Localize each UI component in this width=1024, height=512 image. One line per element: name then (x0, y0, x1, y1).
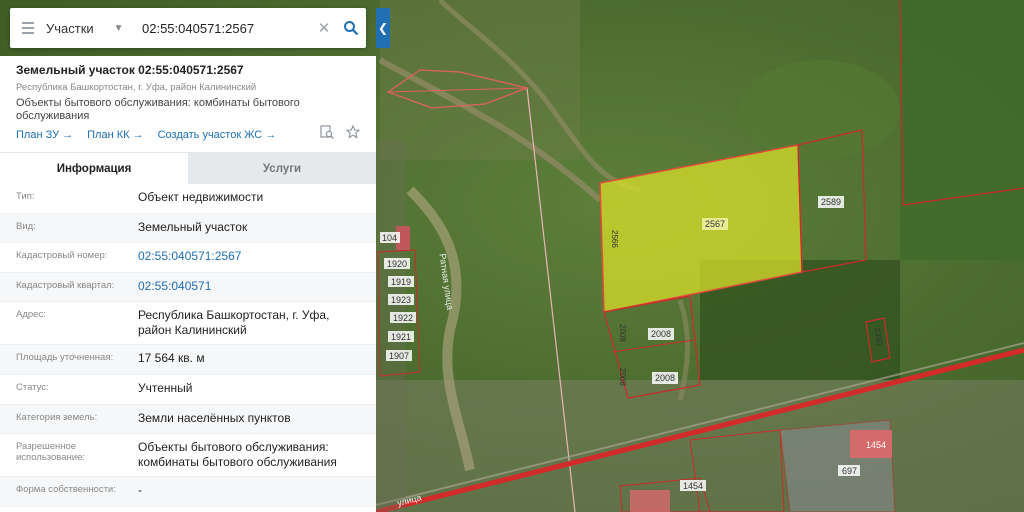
chevron-down-icon: ▼ (113, 22, 124, 34)
object-title: Земельный участок 02:55:040571:2567 (16, 63, 244, 77)
plan-kk-link[interactable]: План КК → (87, 129, 143, 141)
attribute-label: Кадастровый номер: (16, 250, 108, 262)
document-search-icon[interactable] (320, 125, 334, 144)
attribute-value: Учтенный (138, 380, 193, 395)
layer-select[interactable]: Участки ▼ (46, 21, 132, 36)
attribute-row: Площадь уточненная: 17 564 кв. м (0, 345, 376, 375)
attribute-row: Кадастровый квартал: 02:55:040571 (0, 272, 376, 303)
parcel-label-1921: 1921 (391, 332, 411, 342)
create-parcel-link[interactable]: Создать участок ЖС → (158, 129, 277, 141)
attribute-label: Разрешенное использование: (16, 441, 86, 464)
chevron-left-icon[interactable]: ❮ (376, 8, 390, 48)
attribute-row: Адрес: Республика Башкортостан, г. Уфа, р… (0, 302, 376, 346)
parcel-label-1919: 1919 (391, 277, 411, 287)
parcel-label-1907: 1907 (389, 351, 409, 361)
attribute-value[interactable]: 02:55:040571 (138, 273, 360, 302)
attribute-value[interactable]: 02:55:040571:2567 (138, 243, 360, 272)
parcel-label-side: 2566 (610, 230, 619, 248)
plan-zu-link[interactable]: План ЗУ → (16, 129, 73, 141)
parcel-label-2008d: 2008 (618, 368, 627, 386)
parcel-label-2008a: 2008 (651, 329, 671, 339)
parcel-label-1920: 1920 (387, 259, 407, 269)
close-icon[interactable]: ✕ (312, 19, 336, 37)
attribute-label: Площадь уточненная: (16, 352, 114, 364)
layer-select-value: Участки (46, 20, 94, 36)
parcel-label-697: 697 (842, 466, 857, 476)
parcel-label-2008b: 2008 (655, 373, 675, 383)
tab-services[interactable]: Услуги (188, 153, 376, 184)
parcel-label-2008c: 2008 (618, 324, 627, 342)
parcel-label-1454a: 1454 (683, 481, 703, 491)
object-links: План ЗУ → План КК → Создать участок ЖС → (16, 129, 360, 141)
attribute-row: Категория земель: Земли населённых пункто… (0, 404, 376, 435)
attribute-value: Земельный участок (138, 219, 248, 234)
attribute-row: Кадастровый номер: 02:55:040571:2567 (0, 243, 376, 273)
panel-tabs: Информация Услуги (0, 152, 376, 184)
object-purpose: Объекты бытового обслуживания: комбинаты… (16, 97, 300, 122)
attribute-label: Адрес: (16, 309, 46, 321)
attribute-value: Объекты бытового обслуживания: комбинаты… (138, 440, 337, 470)
attribute-label: Категория земель: (16, 411, 98, 423)
parcel-label-104: 104 (382, 233, 397, 243)
search-icon[interactable] (336, 8, 366, 48)
object-region: Республика Башкортостан, г. Уфа, район К… (16, 82, 257, 93)
attribute-row: Вид: Земельный участок (0, 213, 376, 244)
header-actions (320, 124, 361, 144)
menu-icon[interactable] (10, 22, 46, 34)
attribute-value: Республика Башкортостан, г. Уфа, район К… (138, 308, 330, 338)
star-icon[interactable] (345, 124, 361, 144)
attribute-label: Тип: (16, 191, 35, 202)
attribute-row: Тип: Объект недвижимости (0, 184, 376, 214)
parcel-label-selected: 2567 (705, 219, 725, 229)
attribute-value: - (138, 483, 142, 498)
parcel-label-1922: 1922 (393, 313, 413, 323)
parcel-label-2589: 2589 (821, 197, 841, 207)
attribute-value: Объект недвижимости (138, 190, 264, 204)
attribute-label: Вид: (16, 220, 36, 232)
attribute-label: Статус: (16, 381, 49, 393)
attribute-list: Тип: Объект недвижимости Вид: Земельный уча… (0, 184, 376, 507)
parcel-label-1923: 1923 (391, 295, 411, 305)
search-bar: Участки ▼ 02:55:040571:2567 ✕ (10, 8, 366, 48)
attribute-label: Форма собственности: (16, 484, 116, 496)
attribute-value: Земли населённых пунктов (138, 410, 291, 425)
info-panel: Земельный участок 02:55:040571:2567 Респ… (0, 56, 376, 512)
attribute-row: Статус: Учтенный (0, 375, 376, 405)
parcel-label-1454b: 1454 (866, 440, 886, 450)
search-input[interactable]: 02:55:040571:2567 (132, 21, 312, 36)
attribute-row: Форма собственности: - (0, 477, 376, 507)
attribute-label: Кадастровый квартал: (16, 279, 115, 291)
attribute-row: Разрешенное использование: Объекты бытово… (0, 434, 376, 478)
attribute-value: 17 564 кв. м (138, 351, 205, 366)
object-header: Земельный участок 02:55:040571:2567 Респ… (0, 56, 376, 152)
tab-info[interactable]: Информация (0, 153, 188, 184)
